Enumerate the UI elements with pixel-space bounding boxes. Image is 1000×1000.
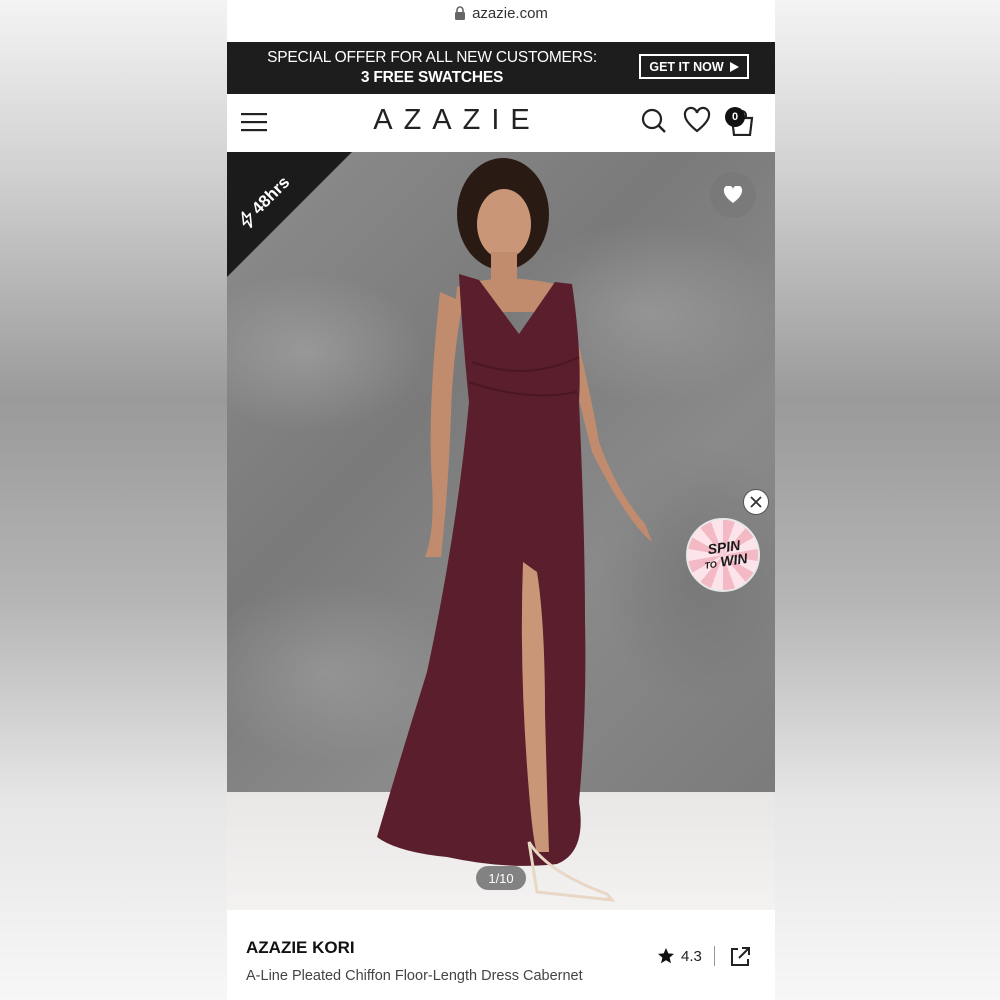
azazie-logo[interactable]: AZAZIE: [357, 104, 557, 137]
close-spin-button[interactable]: [743, 489, 769, 515]
address-bar[interactable]: azazie.com: [227, 0, 775, 26]
promo-line-2: 3 FREE SWATCHES: [360, 69, 504, 86]
image-counter: 1/10: [476, 866, 526, 890]
promo-line-1: SPECIAL OFFER FOR ALL NEW CUSTOMERS:: [267, 49, 597, 66]
spin-to-win-label: SPIN TO WIN: [688, 535, 761, 574]
product-description: A-Line Pleated Chiffon Floor-Length Dres…: [246, 968, 583, 984]
rating-divider: [713, 946, 715, 966]
product-image-gallery[interactable]: 48hrs SPIN TO WIN 1/10: [227, 152, 775, 910]
spin-to-win-wheel[interactable]: SPIN TO WIN: [686, 518, 760, 592]
promo-banner: SPECIAL OFFER FOR ALL NEW CUSTOMERS: 3 F…: [227, 42, 775, 94]
close-icon: [750, 496, 762, 508]
to-word: TO: [703, 559, 718, 571]
get-it-now-label: GET IT NOW: [649, 59, 724, 74]
url-text: azazie.com: [472, 4, 548, 22]
promo-text: SPECIAL OFFER FOR ALL NEW CUSTOMERS: 3 F…: [237, 48, 627, 88]
site-header: AZAZIE 0: [227, 94, 775, 152]
product-name: AZAZIE KORI: [246, 938, 355, 957]
win-word: WIN: [719, 549, 749, 570]
product-rating[interactable]: 4.3: [657, 946, 715, 966]
cart-count-badge: 0: [725, 107, 745, 127]
hamburger-menu-icon[interactable]: [241, 111, 269, 133]
search-icon[interactable]: [640, 106, 668, 136]
star-icon: [658, 948, 674, 964]
wishlist-heart-icon[interactable]: [683, 106, 711, 136]
get-it-now-button[interactable]: GET IT NOW: [639, 54, 749, 79]
rating-value: 4.3: [681, 947, 702, 965]
share-external-icon[interactable]: [729, 946, 751, 968]
lock-icon: [455, 6, 466, 20]
play-arrow-icon: [729, 61, 739, 72]
heart-icon: [723, 186, 743, 203]
favorite-button[interactable]: [710, 172, 756, 218]
phone-screen: azazie.com SPECIAL OFFER FOR ALL NEW CUS…: [227, 0, 775, 1000]
